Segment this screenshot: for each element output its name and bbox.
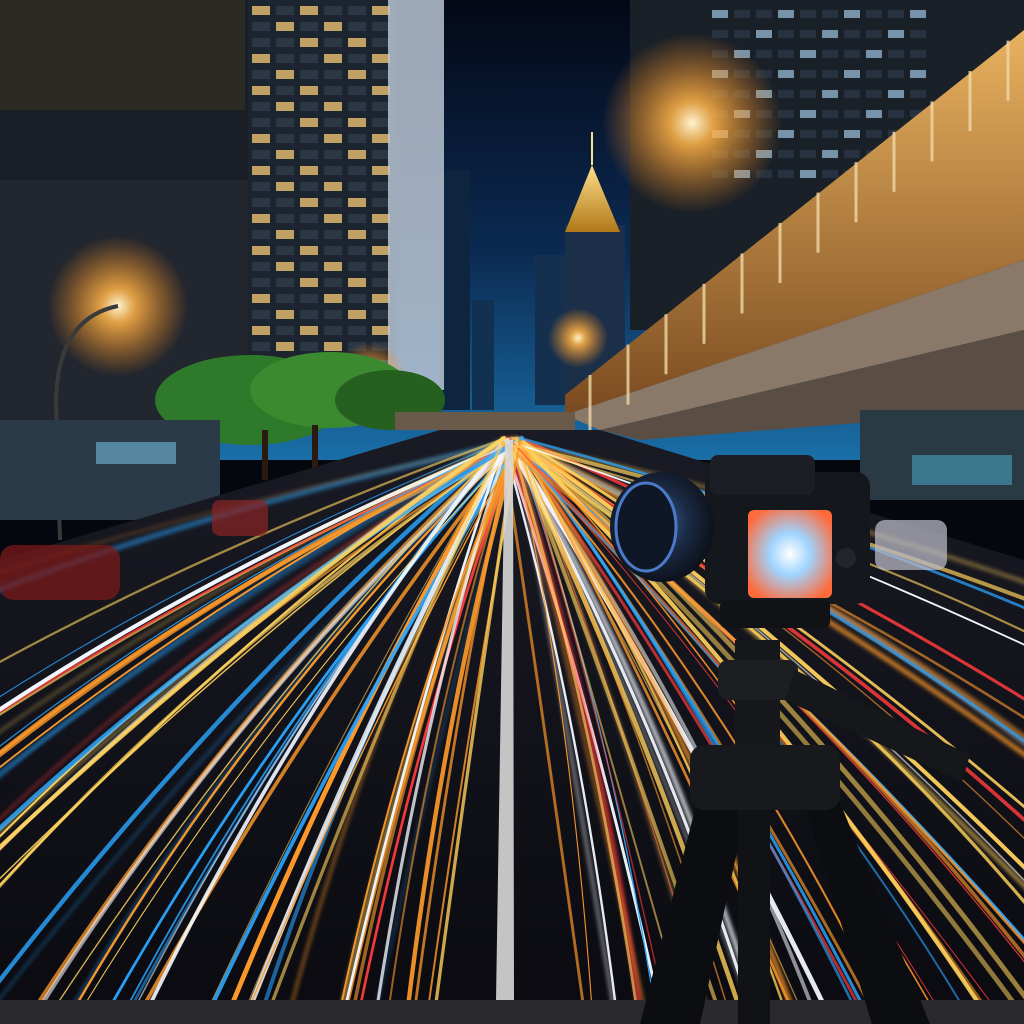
glass-tower bbox=[248, 0, 396, 360]
white-tower bbox=[388, 0, 444, 390]
distant-bridge bbox=[395, 412, 575, 430]
photo-scene bbox=[0, 0, 1024, 1024]
camera-lcd-screen bbox=[748, 510, 832, 598]
